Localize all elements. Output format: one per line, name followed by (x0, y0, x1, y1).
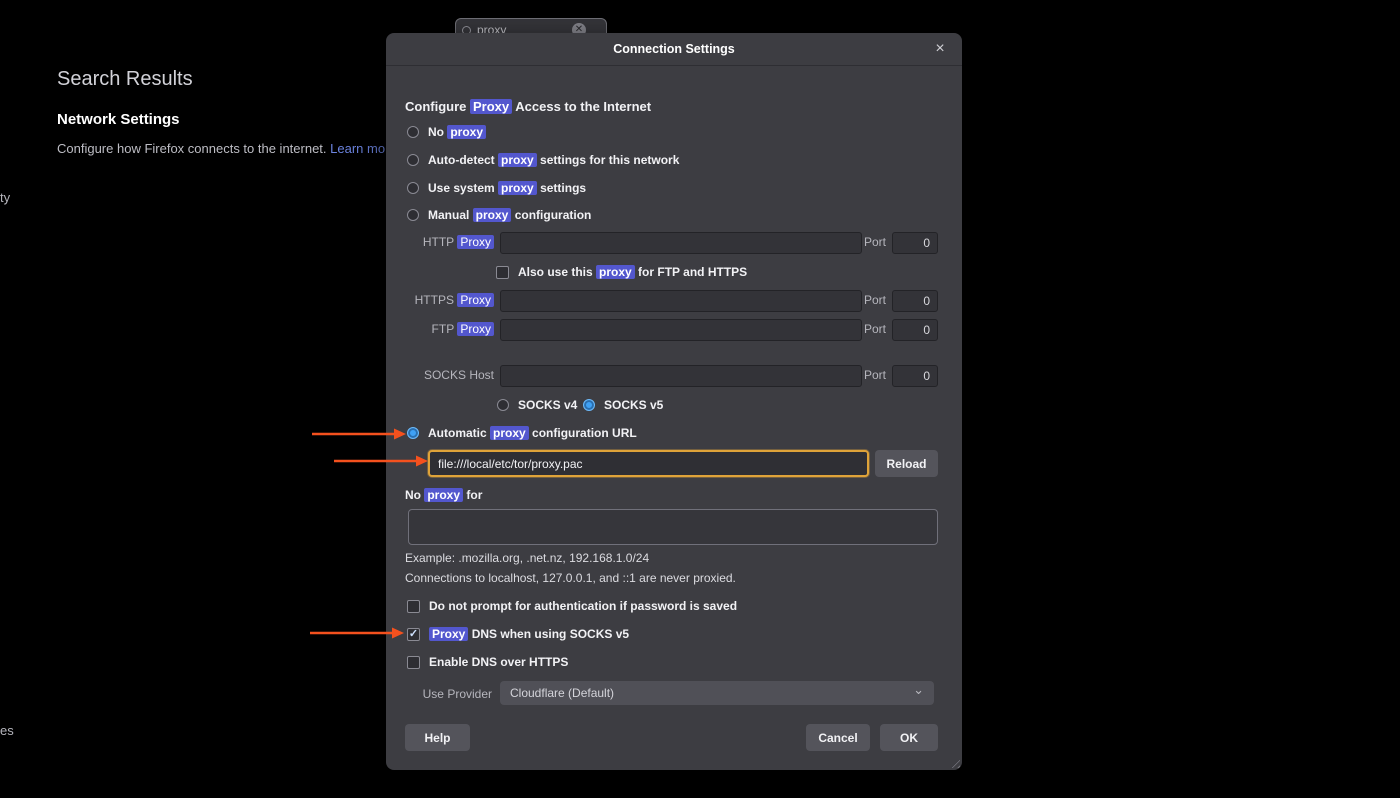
no-proxy-for-label: No proxy for (405, 488, 482, 502)
https-proxy-row: HTTPS Proxy Port (386, 290, 962, 312)
sidebar-text-fragment-top: ty (0, 190, 10, 205)
http-proxy-input[interactable] (500, 232, 862, 254)
socks-host-input[interactable] (500, 365, 862, 387)
dialog-title: Connection Settings (613, 42, 735, 56)
example-text: Example: .mozilla.org, .net.nz, 192.168.… (405, 551, 649, 565)
use-provider-label: Use Provider (386, 687, 492, 701)
ftp-proxy-row: FTP Proxy Port (386, 319, 962, 341)
proxy-dns-socks5-row[interactable]: ✓ Proxy DNS when using SOCKS v5 (407, 626, 629, 642)
radio-row-no-proxy[interactable]: No proxy (407, 124, 486, 140)
socks-v5-option[interactable]: SOCKS v5 (583, 397, 663, 413)
proxy-dns-socks5-checkbox[interactable]: ✓ (407, 628, 420, 641)
no-prompt-auth-checkbox[interactable] (407, 600, 420, 613)
close-icon[interactable]: × (928, 37, 952, 61)
cancel-button[interactable]: Cancel (806, 724, 870, 751)
annotation-arrow-proxy-dns-checkbox (310, 626, 405, 640)
radio-auto-detect[interactable] (407, 154, 419, 166)
annotation-arrow-url-input (334, 454, 429, 468)
never-proxied-text: Connections to localhost, 127.0.0.1, and… (405, 571, 736, 585)
https-proxy-label: HTTPS Proxy (386, 293, 494, 307)
radio-automatic-proxy[interactable] (407, 427, 419, 439)
network-settings-description: Configure how Firefox connects to the in… (57, 141, 389, 156)
also-use-proxy-row[interactable]: Also use this proxy for FTP and HTTPS (496, 264, 747, 280)
network-settings-heading: Network Settings (57, 111, 180, 128)
resize-grip[interactable] (948, 756, 960, 768)
socks-v4-option[interactable]: SOCKS v4 (497, 397, 577, 413)
http-port-label: Port (864, 235, 890, 249)
socks-port-label: Port (864, 368, 890, 382)
heading-post: Access to the Internet (512, 99, 651, 114)
help-button[interactable]: Help (405, 724, 470, 751)
learn-more-link[interactable]: Learn mor (330, 141, 389, 156)
ftp-proxy-label: FTP Proxy (386, 322, 494, 336)
provider-dropdown[interactable]: Cloudflare (Default) ⌄ (500, 681, 934, 705)
socks-v4-label: SOCKS v4 (518, 398, 577, 412)
auto-config-url-input[interactable] (428, 450, 869, 477)
http-proxy-row: HTTP Proxy Port (386, 232, 962, 254)
socks-host-label: SOCKS Host (386, 368, 494, 382)
socks-v5-label: SOCKS v5 (604, 398, 663, 412)
http-port-input[interactable] (892, 232, 938, 254)
radio-system-proxy[interactable] (407, 182, 419, 194)
radio-manual-proxy[interactable] (407, 209, 419, 221)
dns-over-https-row[interactable]: Enable DNS over HTTPS (407, 654, 568, 670)
heading-pre: Configure (405, 99, 470, 114)
no-proxy-for-input[interactable] (408, 509, 938, 545)
provider-dropdown-value: Cloudflare (Default) (510, 686, 614, 700)
radio-row-manual-proxy[interactable]: Manual proxy configuration (407, 207, 591, 223)
http-proxy-label: HTTP Proxy (386, 235, 494, 249)
dialog-header: Connection Settings × (386, 33, 962, 66)
sidebar-text-fragment-bottom: es (0, 723, 14, 738)
also-use-proxy-checkbox[interactable] (496, 266, 509, 279)
dialog-heading: Configure Proxy Access to the Internet (405, 99, 651, 114)
page-title: Search Results (57, 68, 193, 91)
no-prompt-auth-row[interactable]: Do not prompt for authentication if pass… (407, 598, 737, 614)
socks-port-input[interactable] (892, 365, 938, 387)
https-proxy-input[interactable] (500, 290, 862, 312)
ok-button[interactable]: OK (880, 724, 938, 751)
radio-no-proxy[interactable] (407, 126, 419, 138)
https-port-input[interactable] (892, 290, 938, 312)
radio-row-automatic-proxy[interactable]: Automatic proxy configuration URL (407, 425, 637, 441)
ftp-proxy-input[interactable] (500, 319, 862, 341)
https-port-label: Port (864, 293, 890, 307)
ftp-port-label: Port (864, 322, 890, 336)
annotation-arrow-automatic-radio (312, 427, 407, 441)
dns-over-https-checkbox[interactable] (407, 656, 420, 669)
reload-button[interactable]: Reload (875, 450, 938, 477)
ftp-port-input[interactable] (892, 319, 938, 341)
radio-socks-v4[interactable] (497, 399, 509, 411)
radio-row-system-proxy[interactable]: Use system proxy settings (407, 180, 586, 196)
radio-row-auto-detect[interactable]: Auto-detect proxy settings for this netw… (407, 152, 679, 168)
heading-highlight: Proxy (470, 99, 512, 114)
description-text: Configure how Firefox connects to the in… (57, 141, 330, 156)
screen: Search Results Network Settings Configur… (0, 0, 1400, 798)
chevron-down-icon: ⌄ (913, 682, 924, 698)
connection-settings-dialog: Connection Settings × Configure Proxy Ac… (386, 33, 962, 770)
socks-host-row: SOCKS Host Port (386, 365, 962, 387)
radio-socks-v5[interactable] (583, 399, 595, 411)
